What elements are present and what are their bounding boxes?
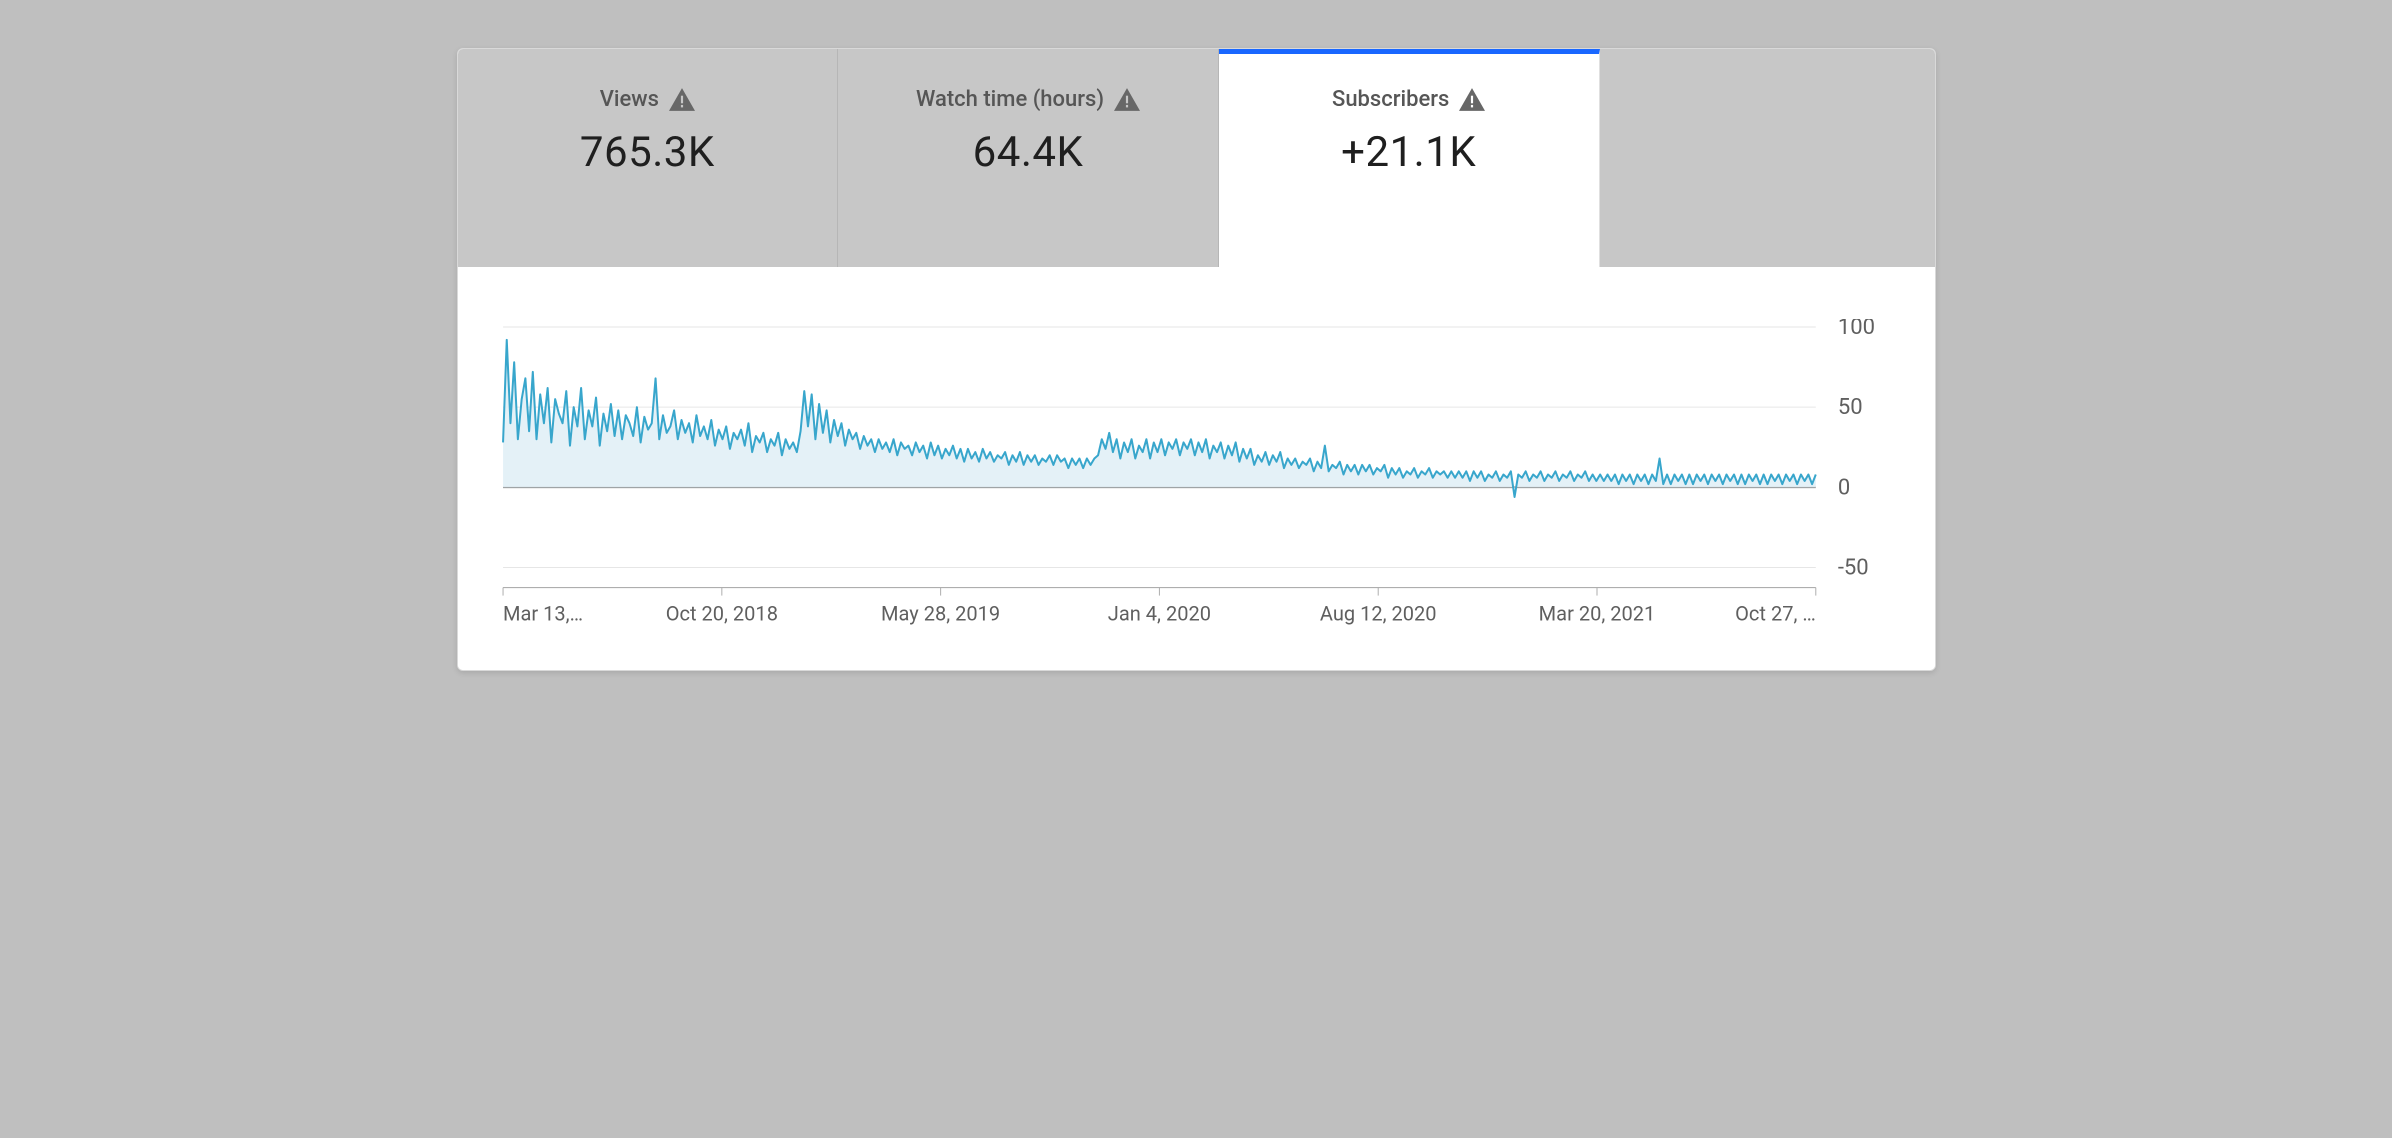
svg-text:Mar 13,…: Mar 13,… xyxy=(503,602,583,626)
subscribers-chart: -50 0 50 100 Mar 13,… Oct 20, 2018 May 28, 201… xyxy=(498,319,1901,640)
svg-text:Oct 20, 2018: Oct 20, 2018 xyxy=(665,602,777,626)
tab-views[interactable]: Views 765.3K xyxy=(458,49,839,267)
warning-icon xyxy=(669,88,695,111)
svg-text:100: 100 xyxy=(1837,319,1874,340)
tab-watch-time[interactable]: Watch time (hours) 64.4K xyxy=(838,49,1219,267)
tab-subscribers[interactable]: Subscribers +21.1K xyxy=(1219,49,1600,267)
svg-text:50: 50 xyxy=(1837,395,1862,420)
tab-subscribers-label: Subscribers xyxy=(1332,87,1449,112)
svg-text:May 28, 2019: May 28, 2019 xyxy=(881,602,1000,626)
tab-subscribers-value: +21.1K xyxy=(1341,128,1476,177)
svg-text:Oct 27, …: Oct 27, … xyxy=(1735,602,1816,626)
tab-watch-time-value: 64.4K xyxy=(973,128,1084,177)
svg-text:-50: -50 xyxy=(1837,556,1868,581)
chart-area: -50 0 50 100 Mar 13,… Oct 20, 2018 May 28, 201… xyxy=(458,267,1935,670)
svg-text:Mar 20, 2021: Mar 20, 2021 xyxy=(1538,602,1655,626)
analytics-card: Views 765.3K Watch time (hours) 64.4K Su… xyxy=(457,48,1936,671)
svg-text:0: 0 xyxy=(1837,475,1849,500)
tab-views-label: Views xyxy=(600,87,659,112)
tab-subscribers-title: Subscribers xyxy=(1332,87,1485,112)
metrics-tabs: Views 765.3K Watch time (hours) 64.4K Su… xyxy=(458,49,1935,267)
tab-views-title: Views xyxy=(600,87,695,112)
svg-text:Aug 12, 2020: Aug 12, 2020 xyxy=(1319,602,1436,626)
tab-empty-tail xyxy=(1600,49,1935,267)
svg-text:Jan 4, 2020: Jan 4, 2020 xyxy=(1107,602,1210,626)
warning-icon xyxy=(1114,88,1140,111)
tab-watch-time-label: Watch time (hours) xyxy=(916,87,1104,112)
warning-icon xyxy=(1459,88,1485,111)
tab-watch-time-title: Watch time (hours) xyxy=(916,87,1140,112)
tab-views-value: 765.3K xyxy=(580,128,715,177)
